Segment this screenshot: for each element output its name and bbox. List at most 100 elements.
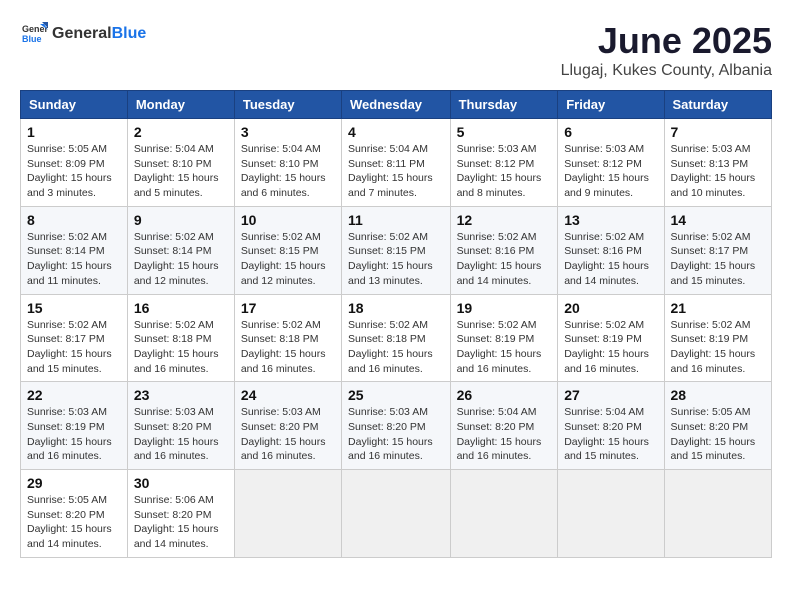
calendar-day-cell — [664, 470, 771, 558]
svg-text:Blue: Blue — [22, 34, 42, 44]
weekday-header-monday: Monday — [127, 91, 234, 119]
day-info: Sunrise: 5:03 AMSunset: 8:20 PMDaylight:… — [348, 405, 444, 464]
day-info: Sunrise: 5:03 AMSunset: 8:20 PMDaylight:… — [134, 405, 228, 464]
weekday-header-saturday: Saturday — [664, 91, 771, 119]
day-number: 1 — [27, 124, 121, 140]
day-info: Sunrise: 5:03 AMSunset: 8:19 PMDaylight:… — [27, 405, 121, 464]
day-number: 6 — [564, 124, 657, 140]
day-number: 8 — [27, 212, 121, 228]
weekday-header-sunday: Sunday — [21, 91, 128, 119]
calendar-day-cell: 13 Sunrise: 5:02 AMSunset: 8:16 PMDayligh… — [558, 206, 664, 294]
title-area: June 2025 Llugaj, Kukes County, Albania — [561, 20, 772, 80]
day-info: Sunrise: 5:04 AMSunset: 8:20 PMDaylight:… — [564, 405, 657, 464]
day-info: Sunrise: 5:02 AMSunset: 8:16 PMDaylight:… — [457, 230, 552, 289]
calendar-day-cell: 30 Sunrise: 5:06 AMSunset: 8:20 PMDayligh… — [127, 470, 234, 558]
calendar-day-cell: 27Sunrise: 5:04 AMSunset: 8:20 PMDayligh… — [558, 382, 664, 470]
day-number: 11 — [348, 212, 444, 228]
logo-blue: Blue — [112, 25, 147, 42]
calendar-day-cell: 2 Sunrise: 5:04 AMSunset: 8:10 PMDaylight… — [127, 119, 234, 207]
day-number: 20 — [564, 300, 657, 316]
calendar-day-cell — [450, 470, 558, 558]
calendar-day-cell: 18Sunrise: 5:02 AMSunset: 8:18 PMDayligh… — [342, 294, 451, 382]
day-info: Sunrise: 5:02 AMSunset: 8:15 PMDaylight:… — [348, 230, 444, 289]
calendar-day-cell: 6 Sunrise: 5:03 AMSunset: 8:12 PMDaylight… — [558, 119, 664, 207]
day-info: Sunrise: 5:02 AMSunset: 8:14 PMDaylight:… — [134, 230, 228, 289]
day-info: Sunrise: 5:05 AMSunset: 8:20 PMDaylight:… — [671, 405, 765, 464]
day-number: 13 — [564, 212, 657, 228]
calendar-day-cell: 9Sunrise: 5:02 AMSunset: 8:14 PMDaylight… — [127, 206, 234, 294]
calendar-day-cell: 20 Sunrise: 5:02 AMSunset: 8:19 PMDayligh… — [558, 294, 664, 382]
day-info: Sunrise: 5:02 AMSunset: 8:19 PMDaylight:… — [457, 318, 552, 377]
calendar-day-cell: 14Sunrise: 5:02 AMSunset: 8:17 PMDayligh… — [664, 206, 771, 294]
day-number: 16 — [134, 300, 228, 316]
day-number: 21 — [671, 300, 765, 316]
calendar-day-cell: 17 Sunrise: 5:02 AMSunset: 8:18 PMDayligh… — [234, 294, 341, 382]
day-number: 2 — [134, 124, 228, 140]
day-info: Sunrise: 5:02 AMSunset: 8:17 PMDaylight:… — [27, 318, 121, 377]
day-info: Sunrise: 5:02 AMSunset: 8:18 PMDaylight:… — [348, 318, 444, 377]
calendar-day-cell: 21 Sunrise: 5:02 AMSunset: 8:19 PMDayligh… — [664, 294, 771, 382]
day-info: Sunrise: 5:04 AMSunset: 8:11 PMDaylight:… — [348, 142, 444, 201]
calendar-day-cell: 29 Sunrise: 5:05 AMSunset: 8:20 PMDayligh… — [21, 470, 128, 558]
day-number: 12 — [457, 212, 552, 228]
calendar-day-cell: 5 Sunrise: 5:03 AMSunset: 8:12 PMDaylight… — [450, 119, 558, 207]
day-number: 26 — [457, 387, 552, 403]
day-number: 30 — [134, 475, 228, 491]
calendar-day-cell: 7 Sunrise: 5:03 AMSunset: 8:13 PMDaylight… — [664, 119, 771, 207]
calendar-day-cell — [558, 470, 664, 558]
day-number: 17 — [241, 300, 335, 316]
calendar-day-cell: 12 Sunrise: 5:02 AMSunset: 8:16 PMDayligh… — [450, 206, 558, 294]
day-info: Sunrise: 5:02 AMSunset: 8:19 PMDaylight:… — [671, 318, 765, 377]
weekday-header-thursday: Thursday — [450, 91, 558, 119]
day-number: 28 — [671, 387, 765, 403]
day-info: Sunrise: 5:06 AMSunset: 8:20 PMDaylight:… — [134, 493, 228, 552]
day-info: Sunrise: 5:05 AMSunset: 8:09 PMDaylight:… — [27, 142, 121, 201]
calendar-day-cell: 22 Sunrise: 5:03 AMSunset: 8:19 PMDayligh… — [21, 382, 128, 470]
day-info: Sunrise: 5:04 AMSunset: 8:20 PMDaylight:… — [457, 405, 552, 464]
calendar-day-cell: 28 Sunrise: 5:05 AMSunset: 8:20 PMDayligh… — [664, 382, 771, 470]
day-number: 22 — [27, 387, 121, 403]
logo-icon: General Blue — [20, 20, 48, 48]
day-number: 5 — [457, 124, 552, 140]
weekday-header-friday: Friday — [558, 91, 664, 119]
day-info: Sunrise: 5:03 AMSunset: 8:12 PMDaylight:… — [457, 142, 552, 201]
calendar-day-cell: 25 Sunrise: 5:03 AMSunset: 8:20 PMDayligh… — [342, 382, 451, 470]
day-number: 29 — [27, 475, 121, 491]
day-number: 23 — [134, 387, 228, 403]
day-info: Sunrise: 5:03 AMSunset: 8:13 PMDaylight:… — [671, 142, 765, 201]
day-info: Sunrise: 5:03 AMSunset: 8:12 PMDaylight:… — [564, 142, 657, 201]
day-info: Sunrise: 5:02 AMSunset: 8:16 PMDaylight:… — [564, 230, 657, 289]
calendar-table: SundayMondayTuesdayWednesdayThursdayFrid… — [20, 90, 772, 558]
day-number: 3 — [241, 124, 335, 140]
day-number: 10 — [241, 212, 335, 228]
location-subtitle: Llugaj, Kukes County, Albania — [561, 62, 772, 80]
calendar-week-row: 29 Sunrise: 5:05 AMSunset: 8:20 PMDayligh… — [21, 470, 772, 558]
calendar-week-row: 1 Sunrise: 5:05 AMSunset: 8:09 PMDaylight… — [21, 119, 772, 207]
calendar-day-cell: 10 Sunrise: 5:02 AMSunset: 8:15 PMDayligh… — [234, 206, 341, 294]
day-number: 14 — [671, 212, 765, 228]
day-number: 7 — [671, 124, 765, 140]
logo-general: General — [52, 25, 112, 42]
calendar-day-cell: 15 Sunrise: 5:02 AMSunset: 8:17 PMDayligh… — [21, 294, 128, 382]
calendar-day-cell — [234, 470, 341, 558]
day-info: Sunrise: 5:02 AMSunset: 8:18 PMDaylight:… — [134, 318, 228, 377]
calendar-day-cell: 26 Sunrise: 5:04 AMSunset: 8:20 PMDayligh… — [450, 382, 558, 470]
day-number: 15 — [27, 300, 121, 316]
calendar-day-cell: 19Sunrise: 5:02 AMSunset: 8:19 PMDayligh… — [450, 294, 558, 382]
day-info: Sunrise: 5:02 AMSunset: 8:15 PMDaylight:… — [241, 230, 335, 289]
calendar-week-row: 15 Sunrise: 5:02 AMSunset: 8:17 PMDayligh… — [21, 294, 772, 382]
day-number: 24 — [241, 387, 335, 403]
calendar-week-row: 8 Sunrise: 5:02 AMSunset: 8:14 PMDaylight… — [21, 206, 772, 294]
weekday-header-wednesday: Wednesday — [342, 91, 451, 119]
calendar-day-cell: 24Sunrise: 5:03 AMSunset: 8:20 PMDayligh… — [234, 382, 341, 470]
day-info: Sunrise: 5:02 AMSunset: 8:18 PMDaylight:… — [241, 318, 335, 377]
day-info: Sunrise: 5:02 AMSunset: 8:19 PMDaylight:… — [564, 318, 657, 377]
day-info: Sunrise: 5:04 AMSunset: 8:10 PMDaylight:… — [134, 142, 228, 201]
calendar-day-cell — [342, 470, 451, 558]
calendar-day-cell: 23 Sunrise: 5:03 AMSunset: 8:20 PMDayligh… — [127, 382, 234, 470]
day-info: Sunrise: 5:04 AMSunset: 8:10 PMDaylight:… — [241, 142, 335, 201]
day-info: Sunrise: 5:05 AMSunset: 8:20 PMDaylight:… — [27, 493, 121, 552]
calendar-day-cell: 4Sunrise: 5:04 AMSunset: 8:11 PMDaylight… — [342, 119, 451, 207]
day-number: 25 — [348, 387, 444, 403]
month-year-title: June 2025 — [561, 20, 772, 62]
